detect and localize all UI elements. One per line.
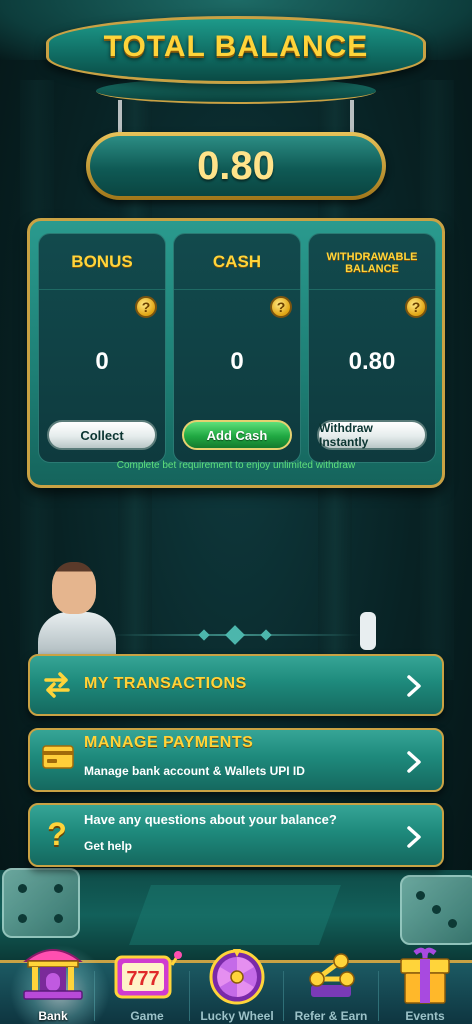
balance-help-question: Have any questions about your balance? bbox=[84, 812, 337, 827]
nav-label-lucky-wheel: Lucky Wheel bbox=[200, 1009, 274, 1023]
withdraw-note: Complete bet requirement to enjoy unlimi… bbox=[116, 460, 356, 471]
chevron-right-icon bbox=[400, 748, 428, 776]
cash-label: CASH bbox=[174, 234, 300, 290]
withdrawable-value: 0.80 bbox=[348, 348, 396, 375]
nav-label-refer-earn: Refer & Earn bbox=[294, 1009, 368, 1023]
slot-777-icon: 777 bbox=[112, 951, 182, 1006]
slot-777-text: 777 bbox=[126, 968, 159, 990]
withdrawable-label: WITHDRAWABLE BALANCE bbox=[309, 234, 435, 290]
cash-value: 0 bbox=[230, 348, 244, 375]
nav-item-refer-earn[interactable]: Refer & Earn bbox=[284, 953, 378, 1024]
withdrawable-help-icon[interactable]: ? bbox=[405, 296, 427, 318]
wheel-icon bbox=[209, 949, 265, 1010]
add-cash-button[interactable]: Add Cash bbox=[182, 420, 292, 450]
total-balance-display: 0.80 bbox=[86, 132, 386, 200]
manage-payments-subtitle: Manage bank account & Wallets UPI ID bbox=[84, 764, 305, 778]
gift-icon bbox=[395, 943, 455, 1012]
chevron-right-icon bbox=[400, 823, 428, 851]
nav-item-bank[interactable]: Bank bbox=[6, 945, 110, 1024]
total-balance-value: 0.80 bbox=[197, 143, 275, 188]
bonus-help-icon[interactable]: ? bbox=[135, 296, 157, 318]
cash-help-icon[interactable]: ? bbox=[270, 296, 292, 318]
nav-item-lucky-wheel[interactable]: Lucky Wheel bbox=[190, 949, 284, 1024]
manage-payments-label: MANAGE PAYMENTS bbox=[84, 734, 254, 751]
get-help-link: Get help bbox=[84, 839, 133, 853]
cash-card: CASH ? 0 Add Cash bbox=[173, 233, 301, 463]
nav-item-events[interactable]: Events bbox=[378, 947, 472, 1024]
my-transactions-label: MY TRANSACTIONS bbox=[84, 675, 247, 692]
bottom-nav: Bank 777 Game Lucky Wheel Refer & Earn E… bbox=[0, 945, 472, 1024]
chevron-right-icon bbox=[400, 672, 428, 700]
dealer-illustration bbox=[38, 562, 118, 672]
nav-item-game[interactable]: 777 Game bbox=[100, 951, 194, 1024]
refer-icon bbox=[301, 949, 361, 1010]
page-title: TOTAL BALANCE bbox=[103, 30, 369, 63]
withdrawable-card: WITHDRAWABLE BALANCE ? 0.80 Withdraw Ins… bbox=[308, 233, 436, 463]
nav-label-bank: Bank bbox=[38, 1009, 68, 1023]
wallet-panel: BONUS ? 0 Collect CASH ? 0 Add Cash WITH… bbox=[27, 218, 445, 488]
nav-label-events: Events bbox=[405, 1009, 445, 1023]
my-transactions-row[interactable]: MY TRANSACTIONS bbox=[28, 654, 444, 716]
bonus-card: BONUS ? 0 Collect bbox=[38, 233, 166, 463]
balance-help-row[interactable]: ? Have any questions about your balance?… bbox=[28, 803, 444, 867]
swap-arrows-icon bbox=[42, 670, 72, 700]
withdraw-instantly-button[interactable]: Withdraw Instantly bbox=[317, 420, 427, 450]
nav-label-game: Game bbox=[130, 1009, 164, 1023]
bonus-value: 0 bbox=[95, 348, 109, 375]
question-icon: ? bbox=[47, 815, 67, 852]
manage-payments-row[interactable]: MANAGE PAYMENTS Manage bank account & Wa… bbox=[28, 728, 444, 792]
bonus-label: BONUS bbox=[39, 234, 165, 290]
collect-button[interactable]: Collect bbox=[47, 420, 157, 450]
card-icon bbox=[42, 744, 74, 770]
bank-icon bbox=[20, 939, 86, 1008]
